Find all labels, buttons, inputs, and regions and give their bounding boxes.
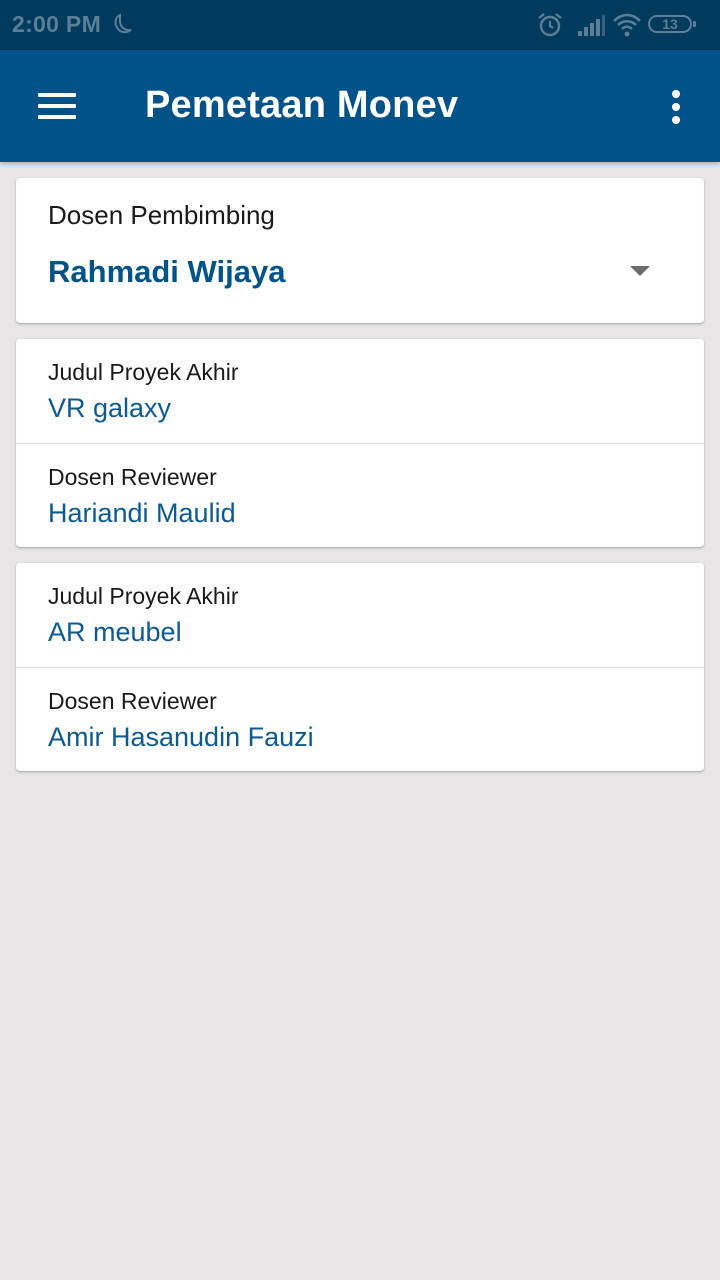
project-reviewer-label: Dosen Reviewer (48, 688, 217, 714)
project-reviewer-value: Amir Hasanudin Fauzi (48, 722, 314, 752)
project-title-value: AR meubel (48, 617, 182, 647)
moon-icon (114, 13, 132, 34)
project-title-value: VR galaxy (48, 393, 172, 423)
status-time: 2:00 PM (12, 11, 102, 37)
project-reviewer-row: Dosen Reviewer Hariandi Maulid (16, 443, 704, 548)
hamburger-menu-icon[interactable] (24, 74, 88, 138)
more-vert-icon[interactable] (652, 76, 700, 136)
wifi-icon (613, 13, 641, 37)
dropdown-arrow-icon (630, 266, 650, 276)
project-reviewer-value: Hariandi Maulid (48, 498, 236, 528)
project-reviewer-label: Dosen Reviewer (48, 464, 217, 490)
dosen-pembimbing-label: Dosen Pembimbing (48, 200, 275, 230)
app-bar: Pemetaan Monev (0, 50, 720, 162)
project-reviewer-row: Dosen Reviewer Amir Hasanudin Fauzi (16, 667, 704, 772)
signal-icon (578, 15, 605, 36)
alarm-icon (538, 13, 562, 37)
dosen-pembimbing-spinner[interactable]: Dosen Pembimbing Rahmadi Wijaya (16, 178, 704, 323)
battery-icon: 13 (648, 15, 696, 33)
dosen-pembimbing-selected: Rahmadi Wijaya (48, 254, 286, 289)
project-title-label: Judul Proyek Akhir (48, 583, 239, 609)
project-title-label: Judul Proyek Akhir (48, 359, 239, 385)
project-card[interactable]: Judul Proyek Akhir VR galaxy Dosen Revie… (16, 339, 704, 547)
project-title-row: Judul Proyek Akhir VR galaxy (16, 339, 704, 443)
status-bar: 2:00 PM 13 (0, 0, 720, 50)
project-card[interactable]: Judul Proyek Akhir AR meubel Dosen Revie… (16, 563, 704, 771)
page-title: Pemetaan Monev (145, 84, 459, 126)
project-title-row: Judul Proyek Akhir AR meubel (16, 563, 704, 667)
